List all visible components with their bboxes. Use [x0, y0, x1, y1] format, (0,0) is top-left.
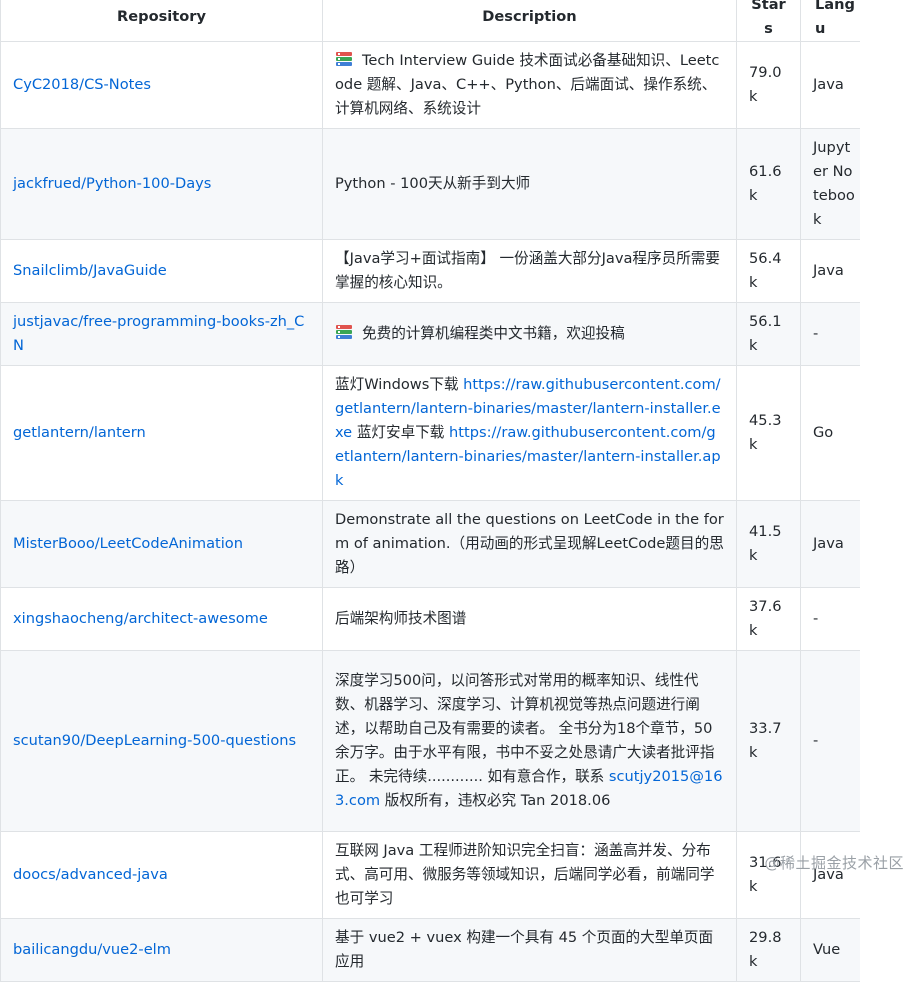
- repo-cell: jackfrued/Python-100-Days: [0, 128, 323, 240]
- language-cell: Go: [800, 365, 860, 501]
- repo-link[interactable]: scutan90/DeepLearning-500-questions: [13, 732, 296, 749]
- table-row: Snailclimb/JavaGuide 【Java学习+面试指南】 一份涵盖大…: [0, 239, 860, 303]
- description-text: Demonstrate all the questions on LeetCod…: [335, 511, 724, 576]
- language-cell: Java: [800, 500, 860, 588]
- description-text: 版权所有，违权必究 Tan 2018.06: [380, 792, 611, 809]
- repo-cell: justjavac/free-programming-books-zh_CN: [0, 302, 323, 366]
- description-text: 互联网 Java 工程师进阶知识完全扫盲：涵盖高并发、分布式、高可用、微服务等领…: [335, 842, 715, 907]
- description-cell: Tech Interview Guide 技术面试必备基础知识、Leetcode…: [322, 41, 737, 129]
- description-text: 蓝灯Windows下载: [335, 376, 459, 393]
- description-text: 蓝灯安卓下载: [356, 424, 445, 441]
- description-cell: Demonstrate all the questions on LeetCod…: [322, 500, 737, 588]
- repo-link[interactable]: bailicangdu/vue2-elm: [13, 941, 171, 958]
- stars-cell: 41.5k: [736, 500, 801, 588]
- repo-link[interactable]: doocs/advanced-java: [13, 866, 168, 883]
- language-cell: Java: [800, 41, 860, 129]
- language-cell: Vue: [800, 918, 860, 982]
- repo-cell: MisterBooo/LeetCodeAnimation: [0, 500, 323, 588]
- description-cell: 免费的计算机编程类中文书籍，欢迎投稿: [322, 302, 737, 366]
- header-language[interactable]: Langu: [800, 0, 860, 42]
- repo-link[interactable]: MisterBooo/LeetCodeAnimation: [13, 535, 243, 552]
- stars-cell: 56.1k: [736, 302, 801, 366]
- repo-cell: getlantern/lantern: [0, 365, 323, 501]
- header-description[interactable]: Description: [322, 0, 737, 42]
- books-icon: [336, 52, 352, 66]
- language-cell: -: [800, 587, 860, 651]
- repo-table: Repository Description Stars Langu CyC20…: [0, 0, 860, 982]
- description-cell: 深度学习500问，以问答形式对常用的概率知识、线性代数、机器学习、深度学习、计算…: [322, 650, 737, 832]
- description-cell: 蓝灯Windows下载 https://raw.githubuserconten…: [322, 365, 737, 501]
- table-row: xingshaocheng/architect-awesome 后端架构师技术图…: [0, 587, 860, 651]
- table-row: bailicangdu/vue2-elm 基于 vue2 + vuex 构建一个…: [0, 918, 860, 982]
- table-row: jackfrued/Python-100-Days Python - 100天从…: [0, 128, 860, 240]
- table-row: scutan90/DeepLearning-500-questions 深度学习…: [0, 650, 860, 832]
- description-cell: 基于 vue2 + vuex 构建一个具有 45 个页面的大型单页面应用: [322, 918, 737, 982]
- books-icon: [336, 325, 352, 339]
- language-cell: Java: [800, 239, 860, 303]
- header-repository[interactable]: Repository: [0, 0, 323, 42]
- table-row: doocs/advanced-java 互联网 Java 工程师进阶知识完全扫盲…: [0, 831, 860, 919]
- stars-cell: 37.6k: [736, 587, 801, 651]
- repo-link[interactable]: CyC2018/CS-Notes: [13, 76, 151, 93]
- repo-link[interactable]: jackfrued/Python-100-Days: [13, 175, 211, 192]
- table-row: getlantern/lantern 蓝灯Windows下载 https://r…: [0, 365, 860, 501]
- header-stars[interactable]: Stars: [736, 0, 801, 42]
- repo-link[interactable]: Snailclimb/JavaGuide: [13, 262, 167, 279]
- stars-cell: 45.3k: [736, 365, 801, 501]
- repo-cell: doocs/advanced-java: [0, 831, 323, 919]
- repo-cell: bailicangdu/vue2-elm: [0, 918, 323, 982]
- description-text: Python - 100天从新手到大师: [335, 175, 531, 192]
- repo-cell: xingshaocheng/architect-awesome: [0, 587, 323, 651]
- description-text: 后端架构师技术图谱: [335, 610, 467, 627]
- description-cell: 后端架构师技术图谱: [322, 587, 737, 651]
- repo-table-container: Repository Description Stars Langu CyC20…: [0, 0, 860, 982]
- description-text: 免费的计算机编程类中文书籍，欢迎投稿: [362, 325, 625, 342]
- repo-cell: CyC2018/CS-Notes: [0, 41, 323, 129]
- language-cell: Jupyter Notebook: [800, 128, 860, 240]
- repo-link[interactable]: xingshaocheng/architect-awesome: [13, 610, 268, 627]
- description-cell: 【Java学习+面试指南】 一份涵盖大部分Java程序员所需要掌握的核心知识。: [322, 239, 737, 303]
- description-text: 【Java学习+面试指南】 一份涵盖大部分Java程序员所需要掌握的核心知识。: [335, 250, 720, 291]
- table-row: MisterBooo/LeetCodeAnimation Demonstrate…: [0, 500, 860, 588]
- stars-cell: 31.6k: [736, 831, 801, 919]
- repo-cell: Snailclimb/JavaGuide: [0, 239, 323, 303]
- language-cell: Java: [800, 831, 860, 919]
- language-cell: -: [800, 650, 860, 832]
- repo-cell: scutan90/DeepLearning-500-questions: [0, 650, 323, 832]
- description-cell: Python - 100天从新手到大师: [322, 128, 737, 240]
- description-text: Tech Interview Guide 技术面试必备基础知识、Leetcode…: [335, 52, 720, 117]
- stars-cell: 29.8k: [736, 918, 801, 982]
- stars-cell: 33.7k: [736, 650, 801, 832]
- repo-link[interactable]: getlantern/lantern: [13, 424, 146, 441]
- description-text: 基于 vue2 + vuex 构建一个具有 45 个页面的大型单页面应用: [335, 929, 714, 970]
- stars-cell: 61.6k: [736, 128, 801, 240]
- table-header-row: Repository Description Stars Langu: [0, 0, 860, 42]
- watermark: @稀土掘金技术社区: [764, 854, 904, 872]
- language-cell: -: [800, 302, 860, 366]
- table-row: justjavac/free-programming-books-zh_CN 免…: [0, 302, 860, 366]
- description-cell: 互联网 Java 工程师进阶知识完全扫盲：涵盖高并发、分布式、高可用、微服务等领…: [322, 831, 737, 919]
- repo-link[interactable]: justjavac/free-programming-books-zh_CN: [13, 313, 304, 354]
- stars-cell: 79.0k: [736, 41, 801, 129]
- table-row: CyC2018/CS-Notes Tech Interview Guide 技术…: [0, 41, 860, 129]
- stars-cell: 56.4k: [736, 239, 801, 303]
